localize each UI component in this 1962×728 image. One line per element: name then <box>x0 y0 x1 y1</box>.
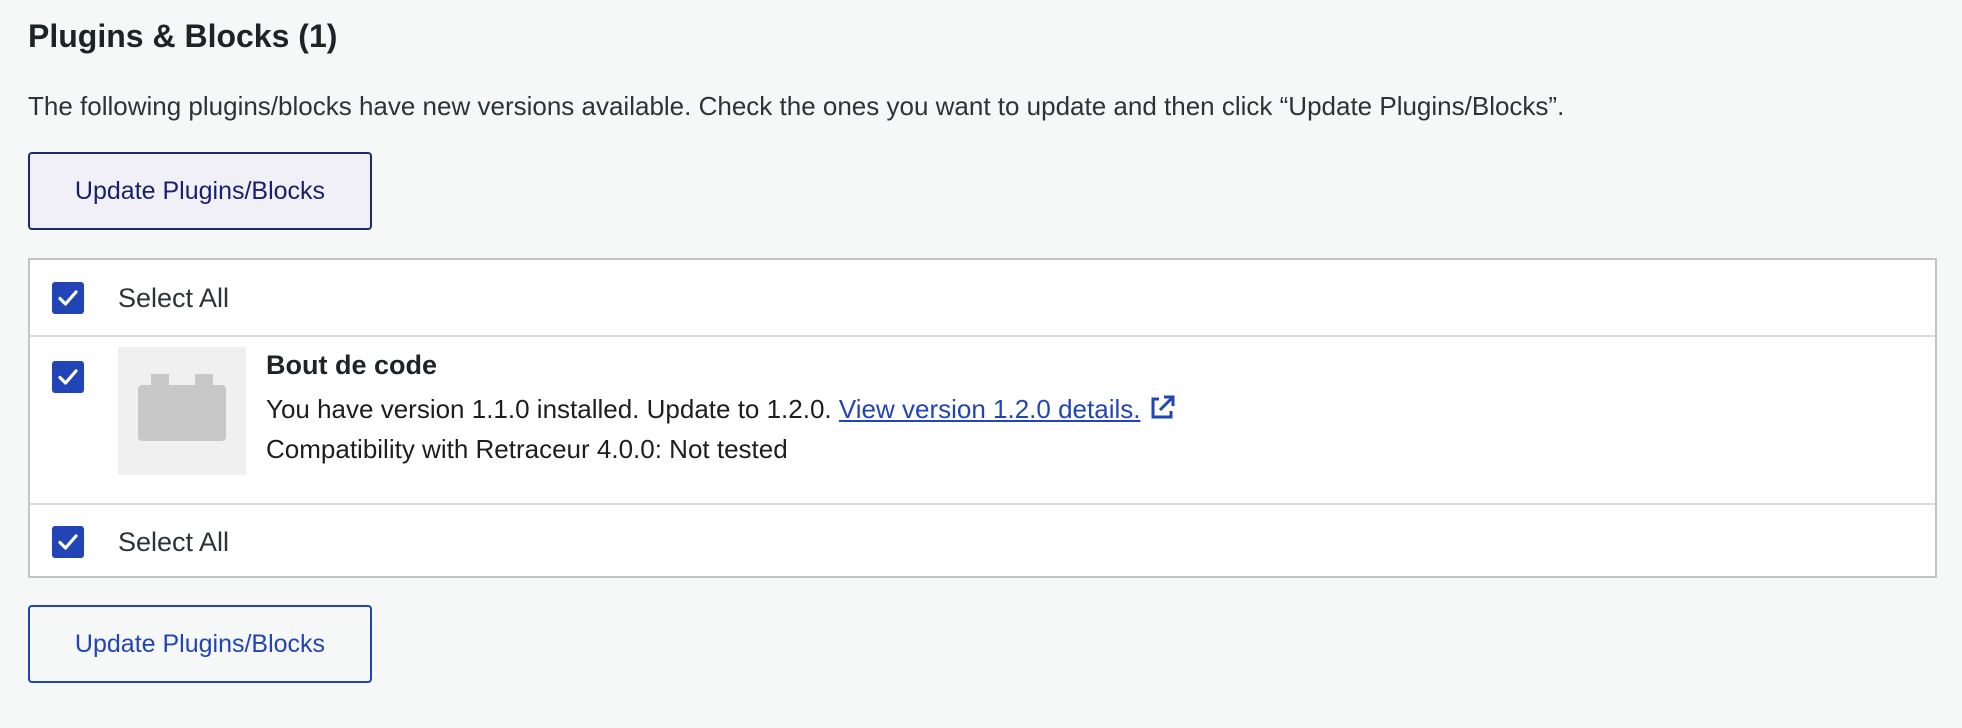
select-all-label-bottom[interactable]: Select All <box>118 524 229 560</box>
checkmark-icon <box>58 290 78 306</box>
update-plugins-button-bottom[interactable]: Update Plugins/Blocks <box>28 605 372 683</box>
select-all-row-bottom: Select All <box>30 505 1935 578</box>
update-plugins-button-top[interactable]: Update Plugins/Blocks <box>28 152 372 230</box>
select-all-checkbox-top[interactable] <box>52 282 84 314</box>
select-all-row-top: Select All <box>30 260 1935 337</box>
view-details-link[interactable]: View version 1.2.0 details. <box>839 394 1141 424</box>
select-all-label-top[interactable]: Select All <box>118 280 229 316</box>
select-all-checkbox-bottom[interactable] <box>52 526 84 558</box>
plugin-version-text: You have version 1.1.0 installed. Update… <box>266 394 839 424</box>
plugin-name: Bout de code <box>266 350 438 380</box>
plugin-version-info: You have version 1.1.0 installed. Update… <box>266 391 1176 431</box>
plugin-checkbox[interactable] <box>52 361 84 393</box>
checkmark-icon <box>58 369 78 385</box>
section-title: Plugins & Blocks (1) <box>28 18 338 54</box>
plugin-row: Bout de code You have version 1.1.0 inst… <box>30 337 1935 505</box>
section-intro: The following plugins/blocks have new ve… <box>28 91 1565 121</box>
plugins-table: Select All Bout de code You have version… <box>28 258 1937 578</box>
checkmark-icon <box>58 534 78 550</box>
plugin-placeholder-icon <box>118 347 246 475</box>
plugin-compatibility: Compatibility with Retraceur 4.0.0: Not … <box>266 434 788 464</box>
external-link-icon[interactable] <box>1148 394 1176 431</box>
